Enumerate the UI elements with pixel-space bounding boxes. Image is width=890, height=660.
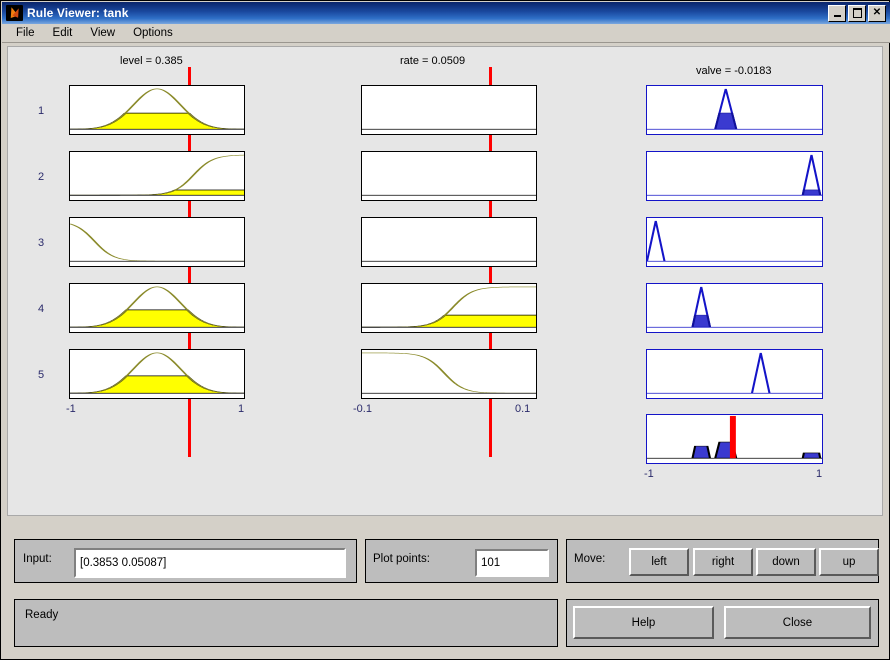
- plot-level-rule-2[interactable]: [69, 151, 245, 201]
- plot-level-rule-1[interactable]: [69, 85, 245, 135]
- plot-rate-rule-5[interactable]: [361, 349, 537, 399]
- plot-points-field[interactable]: 101: [475, 549, 549, 577]
- close-icon[interactable]: ✕: [868, 4, 886, 22]
- menu-item-edit[interactable]: Edit: [45, 26, 81, 40]
- menu-item-view[interactable]: View: [82, 26, 123, 40]
- column-header-level: level = 0.385: [120, 55, 183, 67]
- matlab-membrane-icon: [6, 5, 23, 21]
- menu-item-options[interactable]: Options: [125, 26, 181, 40]
- rule-plot-panel: level = 0.385 rate = 0.0509 valve = -0.0…: [7, 46, 883, 516]
- plot-points-label: Plot points:: [373, 553, 430, 565]
- plot-level-rule-3[interactable]: [69, 217, 245, 267]
- plot-valve-rule-3[interactable]: [646, 217, 823, 267]
- column-header-rate: rate = 0.0509: [400, 55, 466, 67]
- rule-number-4: 4: [38, 303, 45, 315]
- plot-valve-rule-5[interactable]: [646, 349, 823, 399]
- plot-rate-rule-1[interactable]: [361, 85, 537, 135]
- close-button[interactable]: Close: [724, 606, 871, 639]
- move-down-button[interactable]: down: [756, 548, 816, 576]
- plot-rate-rule-4[interactable]: [361, 283, 537, 333]
- rule-number-1: 1: [38, 105, 45, 117]
- plot-valve-rule-1[interactable]: [646, 85, 823, 135]
- valve-axis-min-label: -1: [644, 468, 654, 480]
- rule-number-3: 3: [38, 237, 45, 249]
- status-text: Ready: [25, 609, 59, 621]
- rate-axis-min-label: -0.1: [353, 403, 372, 415]
- rule-number-2: 2: [38, 171, 45, 183]
- title-bar: Rule Viewer: tank ✕: [2, 2, 890, 24]
- window-title: Rule Viewer: tank: [27, 6, 129, 20]
- move-label: Move:: [574, 553, 606, 565]
- minimize-icon[interactable]: [828, 4, 846, 22]
- status-bar: [14, 599, 558, 647]
- window-buttons: ✕: [828, 4, 888, 22]
- level-axis-max-label: 1: [238, 403, 245, 415]
- move-right-button[interactable]: right: [693, 548, 753, 576]
- plot-level-rule-4[interactable]: [69, 283, 245, 333]
- plot-valve-aggregate[interactable]: [646, 414, 823, 464]
- level-axis-min-label: -1: [66, 403, 76, 415]
- valve-axis-max-label: 1: [816, 468, 823, 480]
- maximize-icon[interactable]: [848, 4, 866, 22]
- rate-axis-max-label: 0.1: [515, 403, 531, 415]
- move-up-button[interactable]: up: [819, 548, 879, 576]
- move-left-button[interactable]: left: [629, 548, 689, 576]
- rule-viewer-window: Rule Viewer: tank ✕ File Edit View Optio…: [0, 0, 890, 660]
- help-button[interactable]: Help: [573, 606, 714, 639]
- plot-rate-rule-3[interactable]: [361, 217, 537, 267]
- plot-valve-rule-4[interactable]: [646, 283, 823, 333]
- input-label: Input:: [23, 553, 52, 565]
- plot-rate-rule-2[interactable]: [361, 151, 537, 201]
- plot-level-rule-5[interactable]: [69, 349, 245, 399]
- menu-bar: File Edit View Options: [2, 24, 890, 43]
- input-field[interactable]: [0.3853 0.05087]: [74, 548, 346, 578]
- rule-number-5: 5: [38, 369, 45, 381]
- menu-item-file[interactable]: File: [8, 26, 43, 40]
- column-header-valve: valve = -0.0183: [696, 65, 772, 77]
- plot-valve-rule-2[interactable]: [646, 151, 823, 201]
